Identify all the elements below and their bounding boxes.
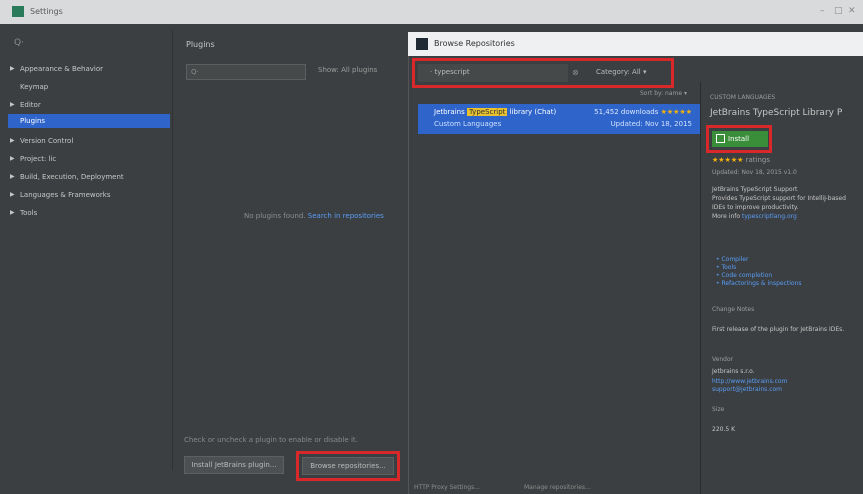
category-dropdown[interactable]: Category: All ▾ (590, 64, 666, 82)
tree-item-project[interactable]: ▶ Project: lic (8, 152, 170, 166)
list-item[interactable]: • Compiler (716, 256, 802, 264)
description-link[interactable]: typescriptlang.org (742, 213, 797, 220)
expand-arrow-icon[interactable]: ▶ (10, 152, 15, 166)
plugins-panel (172, 30, 408, 470)
tree-item-version-control[interactable]: ▶ Version Control (8, 134, 170, 148)
list-item[interactable]: • Code completion (716, 272, 802, 280)
window-title: Settings (30, 7, 63, 16)
plugins-search-input[interactable]: Q· (186, 64, 306, 80)
browse-repositories-button[interactable]: Browse repositories... (302, 457, 394, 475)
expand-arrow-icon[interactable]: ▶ (10, 170, 15, 184)
show-filter-value[interactable]: All plugins (341, 66, 377, 74)
manage-repositories-button[interactable]: Manage repositories... (524, 484, 591, 491)
dialog-title: Browse Repositories (434, 39, 515, 48)
tree-item-appearance[interactable]: ▶ Appearance & Behavior (8, 62, 170, 76)
search-in-repositories-link[interactable]: Search in repositories (308, 212, 384, 220)
plugins-hint: Check or uncheck a plugin to enable or d… (184, 436, 358, 444)
tree-item-keymap[interactable]: Keymap (8, 80, 170, 94)
detail-plugin-name: JetBrains TypeScript Library P (710, 108, 843, 118)
detail-category: CUSTOM LANGUAGES (710, 94, 776, 101)
title-bar: Settings – □ ✕ (0, 0, 863, 24)
tree-item-build[interactable]: ▶ Build, Execution, Deployment (8, 170, 170, 184)
feature-list: • Compiler • Tools • Code completion • R… (716, 256, 802, 288)
change-notes-title: Change Notes (712, 306, 755, 313)
install-jetbrains-plugin-button[interactable]: Install JetBrains plugin... (184, 456, 284, 474)
change-notes-body: First release of the plugin for JetBrain… (712, 326, 845, 333)
tree-item-plugins[interactable]: Plugins (8, 114, 170, 128)
settings-tree (0, 30, 172, 470)
repository-search-input[interactable]: · typescript (418, 64, 568, 82)
install-icon (716, 134, 725, 143)
show-filter[interactable]: Show: All plugins (318, 66, 377, 74)
tree-item-editor[interactable]: ▶ Editor (8, 98, 170, 112)
plugin-updated: Updated: Nov 18, 2015 (610, 120, 692, 128)
detail-rating: ★★★★★ ratings (712, 156, 771, 164)
size-title: Size (712, 406, 725, 413)
vendor-email-link[interactable]: support@jetbrains.com (712, 386, 782, 394)
size-value: 220.5 K (712, 426, 736, 433)
list-item[interactable]: Jetbrains TypeScript library (Chat) Cust… (418, 104, 700, 134)
expand-arrow-icon[interactable]: ▶ (10, 188, 15, 202)
repository-plugin-list (418, 92, 700, 472)
maximize-icon[interactable]: □ (834, 6, 843, 16)
dialog-title-bar: Browse Repositories (408, 32, 863, 56)
sort-dropdown[interactable]: Sort by: name ▾ (640, 90, 687, 97)
tree-item-tools[interactable]: ▶ Tools (8, 206, 170, 220)
expand-arrow-icon[interactable]: ▶ (10, 134, 15, 148)
app-icon (12, 6, 24, 17)
vendor-name: Jetbrains s.r.o. (712, 368, 755, 375)
chevron-down-icon: ▾ (642, 68, 647, 76)
vendor-title: Vendor (712, 356, 734, 363)
minimize-icon[interactable]: – (820, 6, 825, 16)
expand-arrow-icon[interactable]: ▶ (10, 62, 15, 76)
http-proxy-settings-button[interactable]: HTTP Proxy Settings... (414, 484, 480, 491)
detail-description: JetBrains TypeScript Support Provides Ty… (712, 186, 846, 220)
search-match-highlight: TypeScript (467, 108, 508, 116)
clear-search-icon[interactable]: ⊗ (572, 68, 579, 77)
plugin-category: Custom Languages (434, 120, 502, 128)
plugin-name: Jetbrains TypeScript library (Chat) (434, 108, 557, 116)
rating-stars-icon: ★★★★★ (660, 108, 692, 116)
no-plugins-message: No plugins found. Search in repositories (244, 212, 384, 220)
expand-arrow-icon[interactable]: ▶ (10, 206, 15, 220)
expand-arrow-icon[interactable]: ▶ (10, 98, 15, 112)
rating-stars-icon: ★★★★★ (712, 156, 744, 164)
plugins-header: Plugins (186, 40, 215, 49)
install-button[interactable]: Install (712, 131, 768, 147)
settings-search-input[interactable]: Q· (14, 38, 164, 52)
plugin-downloads: 51,452 downloads ★★★★★ (594, 108, 692, 116)
detail-updated: Updated: Nov 18, 2015 v1.0 (712, 169, 797, 176)
vendor-website-link[interactable]: http://www.jetbrains.com (712, 378, 787, 386)
list-item[interactable]: • Refactorings & inspections (716, 280, 802, 288)
close-icon[interactable]: ✕ (848, 6, 856, 16)
dialog-app-icon (416, 38, 428, 50)
list-item[interactable]: • Tools (716, 264, 802, 272)
tree-item-languages[interactable]: ▶ Languages & Frameworks (8, 188, 170, 202)
